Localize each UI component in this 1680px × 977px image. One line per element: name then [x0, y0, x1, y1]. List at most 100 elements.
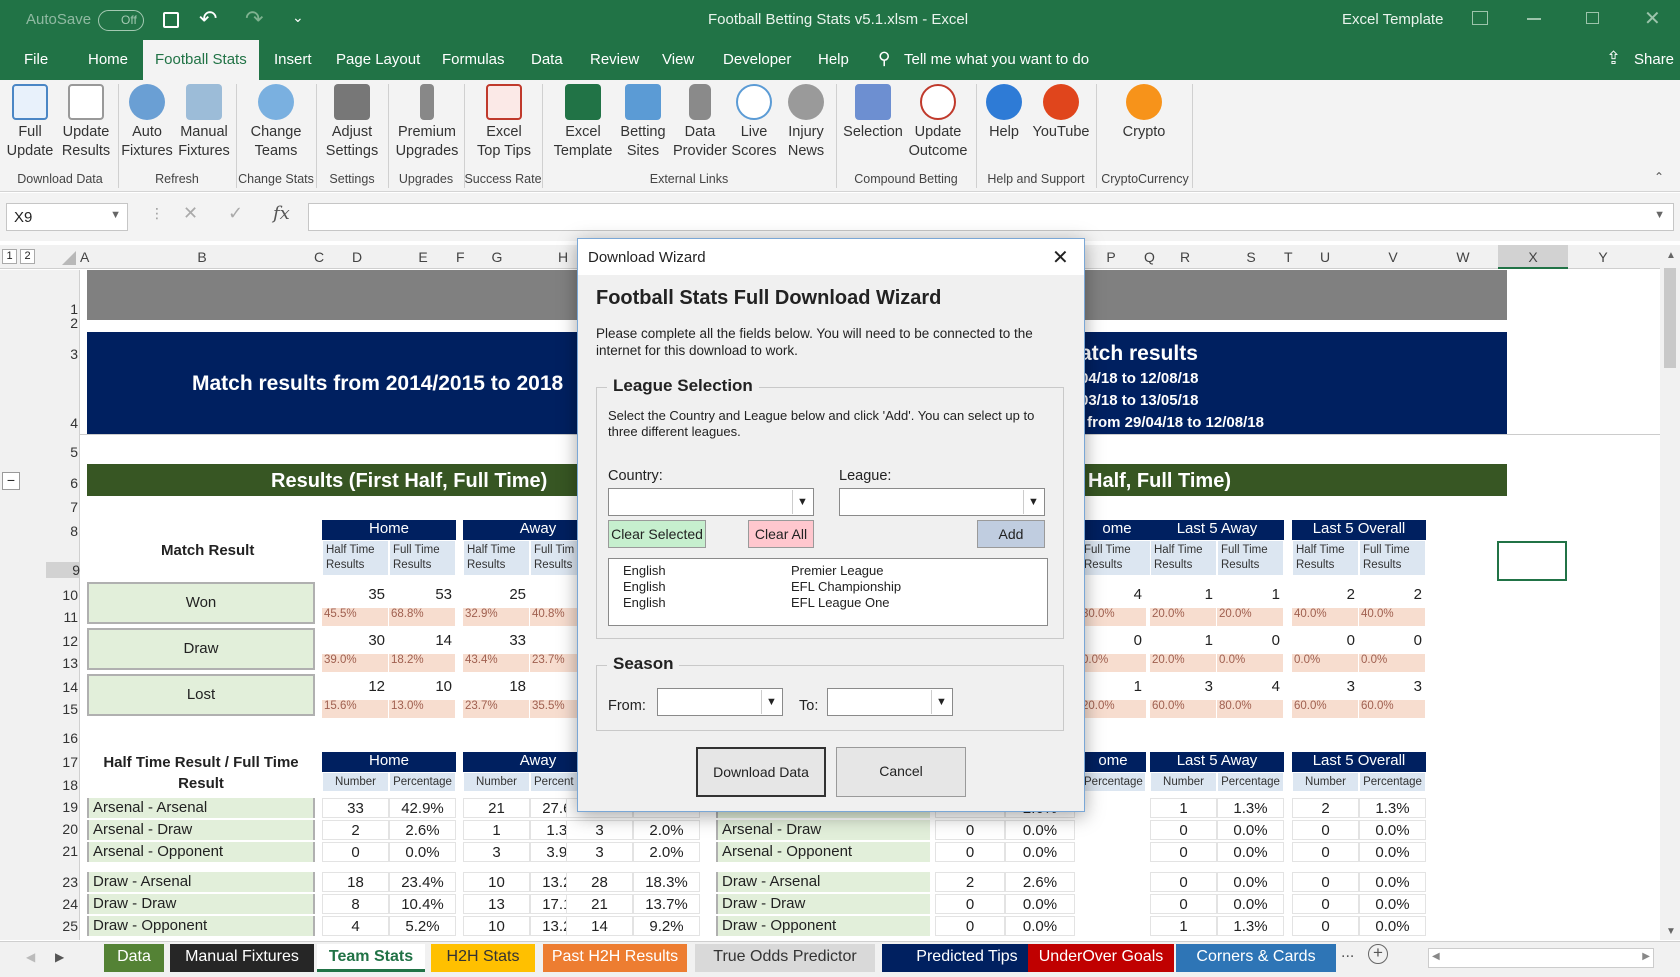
sheet-tab[interactable]: True Odds Predictor [695, 944, 875, 972]
excel-top-tips-button[interactable]: Excel Top Tips [470, 84, 538, 161]
scroll-down-icon[interactable]: ▼ [1666, 926, 1676, 937]
auto-fixtures-button[interactable]: Auto Fixtures [120, 84, 174, 161]
select-all-corner[interactable] [62, 251, 76, 265]
row-header[interactable]: 21 [46, 843, 78, 859]
clear-selected-button[interactable]: Clear Selected [608, 520, 706, 548]
row-header[interactable]: 6 [46, 475, 78, 491]
column-header-w[interactable]: W [1428, 245, 1498, 269]
scroll-tabs-left-icon[interactable]: ◀ [26, 950, 35, 964]
season-from-dropdown[interactable]: ▼ [657, 688, 783, 716]
tab-insert[interactable]: Insert [262, 40, 324, 80]
customize-qat-icon[interactable]: ⌄ [292, 9, 304, 26]
add-button[interactable]: Add [977, 520, 1045, 548]
tab-page-layout[interactable]: Page Layout [324, 40, 432, 80]
premium-upgrades-button[interactable]: Premium Upgrades [392, 84, 462, 161]
download-data-button[interactable]: Download Data [696, 747, 826, 797]
row-header[interactable]: 18 [46, 777, 78, 793]
column-header-y[interactable]: Y [1568, 245, 1638, 269]
ribbon-display-icon[interactable] [1472, 11, 1488, 25]
change-teams-button[interactable]: Change Teams [240, 84, 312, 161]
sheet-tab[interactable]: Corners & Cards [1176, 944, 1336, 972]
selected-cell-x9[interactable] [1497, 541, 1567, 581]
column-header-d[interactable]: D [324, 245, 390, 269]
cancel-entry-icon[interactable]: ✕ [183, 203, 198, 224]
tab-view[interactable]: View [650, 40, 706, 80]
collapse-ribbon-icon[interactable]: ⌃ [1654, 170, 1664, 184]
redo-icon[interactable]: ↷ [245, 6, 263, 32]
column-header-f[interactable]: F [456, 245, 465, 269]
tab-help[interactable]: Help [806, 40, 861, 80]
row-header[interactable]: 7 [46, 499, 78, 515]
scroll-right-icon[interactable]: ▶ [1642, 951, 1650, 962]
injury-news-button[interactable]: Injury News [780, 84, 832, 161]
country-dropdown[interactable]: ▼ [608, 488, 814, 516]
column-header-x[interactable]: X [1498, 245, 1568, 269]
row-header-selected[interactable]: 9 [46, 562, 80, 578]
row-header[interactable]: 12 [46, 633, 78, 649]
chevron-down-icon[interactable]: ▼ [792, 490, 812, 514]
tab-file[interactable]: File [12, 40, 60, 80]
formula-input[interactable]: ▼ [308, 203, 1674, 231]
chevron-down-icon[interactable]: ▼ [1023, 490, 1043, 514]
column-header-s[interactable]: S [1218, 245, 1284, 269]
list-item[interactable]: EFL League One [791, 595, 890, 611]
row-header[interactable]: 14 [46, 679, 78, 695]
list-item[interactable]: English [623, 579, 666, 595]
row-header[interactable]: 10 [46, 587, 78, 603]
tell-me-search[interactable]: Tell me what you want to do [892, 40, 1101, 80]
outline-level-2[interactable]: 2 [20, 249, 35, 264]
update-outcome-button[interactable]: Update Outcome [906, 84, 970, 161]
column-header-g[interactable]: G [464, 245, 530, 269]
column-header-t[interactable]: T [1284, 245, 1293, 269]
column-header-v[interactable]: V [1358, 245, 1428, 269]
row-header[interactable]: 4 [46, 415, 78, 431]
row-header[interactable]: 5 [46, 444, 78, 460]
excel-template-button[interactable]: Excel Template [548, 84, 618, 161]
column-header-c[interactable]: C [314, 245, 324, 269]
autosave-toggle[interactable]: Off [98, 10, 144, 31]
insert-function-icon[interactable]: fx [273, 203, 290, 224]
scroll-left-icon[interactable]: ◀ [1432, 951, 1440, 962]
row-header[interactable]: 2 [46, 315, 78, 331]
share-button[interactable]: Share [1622, 40, 1680, 80]
tab-football-stats[interactable]: Football Stats [143, 40, 259, 80]
list-item[interactable]: English [623, 563, 666, 579]
row-header[interactable]: 25 [46, 918, 78, 934]
selection-button[interactable]: Selection [840, 84, 906, 142]
tab-formulas[interactable]: Formulas [430, 40, 517, 80]
tab-review[interactable]: Review [578, 40, 651, 80]
help-button[interactable]: Help [982, 84, 1026, 142]
full-update-button[interactable]: Full Update [4, 84, 56, 161]
row-header[interactable]: 13 [46, 655, 78, 671]
row-header[interactable]: 23 [46, 874, 78, 890]
selected-leagues-list[interactable]: English Premier League English EFL Champ… [608, 558, 1048, 626]
column-header-u[interactable]: U [1292, 245, 1358, 269]
tab-data[interactable]: Data [519, 40, 575, 80]
maximize-icon[interactable] [1586, 12, 1599, 24]
scroll-up-icon[interactable]: ▲ [1666, 250, 1676, 261]
row-header[interactable]: 11 [46, 609, 78, 625]
close-window-icon[interactable]: ✕ [1644, 6, 1661, 31]
enter-check-icon[interactable]: ✓ [228, 203, 243, 224]
column-header-e[interactable]: E [390, 245, 456, 269]
row-header[interactable]: 24 [46, 896, 78, 912]
row-header[interactable]: 8 [46, 523, 78, 539]
youtube-button[interactable]: YouTube [1030, 84, 1092, 142]
sheet-tab[interactable]: Past H2H Results [543, 944, 687, 972]
add-sheet-icon[interactable]: + [1368, 944, 1388, 964]
vertical-scrollbar[interactable]: ▲ ▼ [1660, 248, 1680, 940]
sheet-tab[interactable]: H2H Stats [431, 944, 535, 972]
adjust-settings-button[interactable]: Adjust Settings [320, 84, 384, 161]
column-header-p[interactable]: P [1078, 245, 1144, 269]
undo-icon[interactable]: ↶ [199, 6, 217, 32]
scroll-tabs-right-icon[interactable]: ▶ [55, 950, 64, 964]
betting-sites-button[interactable]: Betting Sites [616, 84, 670, 161]
row-header[interactable]: 17 [46, 754, 78, 770]
close-icon[interactable]: ✕ [1052, 245, 1069, 270]
list-item[interactable]: Premier League [791, 563, 884, 579]
sheet-tab[interactable]: Data [104, 944, 164, 972]
crypto-button[interactable]: Crypto [1116, 84, 1172, 142]
chevron-down-icon[interactable]: ▼ [110, 209, 121, 221]
row-header[interactable]: 20 [46, 821, 78, 837]
column-header-r[interactable]: R [1152, 245, 1218, 269]
